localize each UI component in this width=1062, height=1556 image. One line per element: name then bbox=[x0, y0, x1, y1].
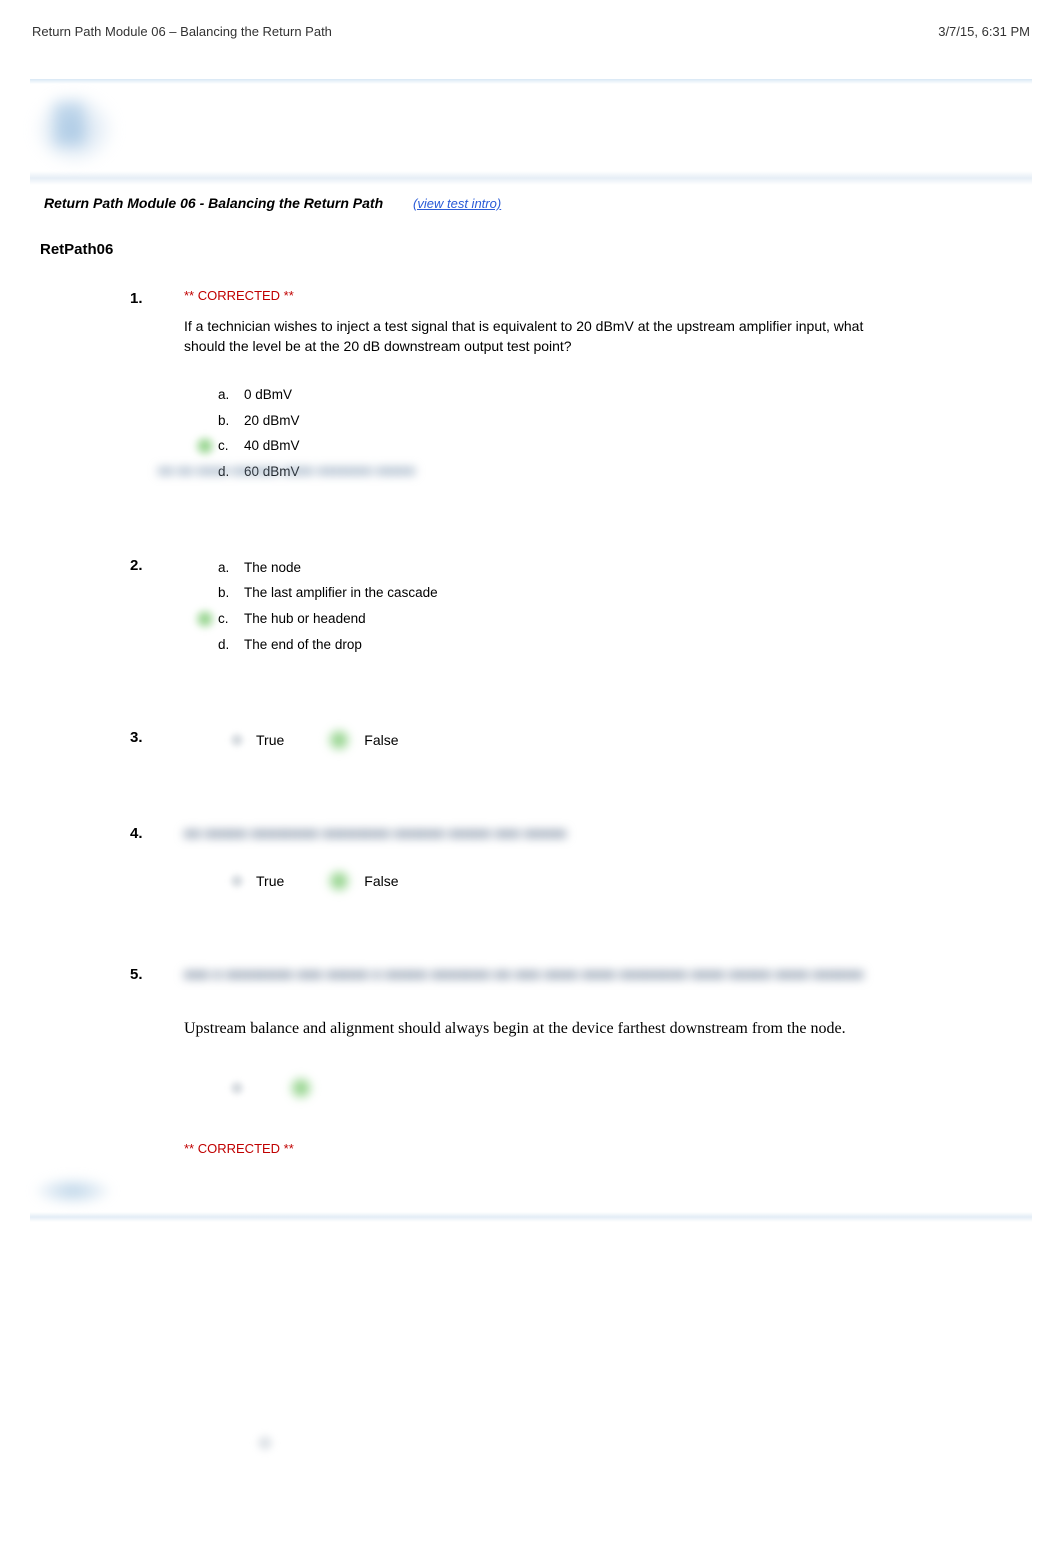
question-prompt: If a technician wishes to inject a test … bbox=[184, 317, 884, 356]
tf-option-false[interactable] bbox=[286, 1075, 316, 1101]
section-label: RetPath06 bbox=[30, 217, 1032, 258]
radio-icon bbox=[228, 872, 246, 890]
choice-d: d. The end of the drop bbox=[218, 632, 992, 658]
true-false-row-blurred bbox=[228, 1075, 992, 1101]
choice-letter: c. bbox=[218, 433, 244, 459]
view-test-intro-link[interactable]: (view test intro) bbox=[413, 196, 501, 211]
choice-text: The last amplifier in the cascade bbox=[244, 580, 438, 606]
choice-text: The hub or headend bbox=[244, 606, 366, 632]
banner-divider bbox=[30, 171, 1032, 185]
true-false-row: True False bbox=[228, 868, 992, 894]
radio-selected-icon bbox=[286, 1075, 316, 1101]
question-prompt: Upstream balance and alignment should al… bbox=[184, 1017, 884, 1040]
choice-text: 0 dBmV bbox=[244, 382, 292, 408]
choice-d: ■■ ■■ ■■■■ ■■■■■■ ■■■■ ■■■■■■■ ■■■■■ d. … bbox=[218, 459, 992, 485]
choice-text: The end of the drop bbox=[244, 632, 362, 658]
content-frame: Return Path Module 06 - Balancing the Re… bbox=[30, 79, 1032, 1454]
header-right: 3/7/15, 6:31 PM bbox=[938, 24, 1030, 39]
choice-list: a. The node b. The last amplifier in the… bbox=[218, 555, 992, 658]
tf-option-false[interactable]: False bbox=[324, 727, 398, 753]
question-number: 2. bbox=[130, 557, 143, 574]
blurred-prompt-top-2 bbox=[184, 989, 384, 1003]
true-false-row: True False bbox=[228, 727, 992, 753]
correct-marker-icon bbox=[192, 435, 218, 457]
choice-letter: c. bbox=[218, 606, 244, 632]
question-3: 3. True False bbox=[130, 727, 992, 753]
question-4: 4. ■■ ■■■■■ ■■■■■■■■ ■■■■■■■■ ■■■■■■ ■■■… bbox=[130, 823, 992, 894]
ghost-radio-icon bbox=[254, 1432, 276, 1454]
choice-list: a. 0 dBmV b. 20 dBmV c. 40 dBmV ■■ ■■ ■■… bbox=[218, 382, 992, 485]
bottom-divider bbox=[30, 1212, 1032, 1222]
tf-label-true: True bbox=[256, 732, 284, 748]
choice-letter: d. bbox=[218, 632, 244, 658]
title-row: Return Path Module 06 - Balancing the Re… bbox=[30, 185, 1032, 217]
blurred-prompt: ■■ ■■■■■ ■■■■■■■■ ■■■■■■■■ ■■■■■■ ■■■■■ … bbox=[184, 823, 824, 844]
choice-letter: b. bbox=[218, 580, 244, 606]
page-header: Return Path Module 06 – Balancing the Re… bbox=[0, 0, 1062, 49]
question-number: 5. bbox=[130, 966, 143, 983]
choice-c: c. 40 dBmV bbox=[218, 433, 992, 459]
corrected-flag: ** CORRECTED ** bbox=[184, 1141, 992, 1156]
footer-logo-blurred bbox=[32, 1176, 114, 1206]
module-title: Return Path Module 06 - Balancing the Re… bbox=[44, 195, 383, 211]
question-5: 5. ■■■ ■ ■■■■■■■■ ■■■ ■■■■■ ■ ■■■■■ ■■■■… bbox=[130, 964, 992, 1155]
choice-b: b. 20 dBmV bbox=[218, 408, 992, 434]
tf-option-false[interactable]: False bbox=[324, 868, 398, 894]
choice-letter: b. bbox=[218, 408, 244, 434]
tf-option-true[interactable]: True bbox=[228, 872, 284, 890]
tf-label-false: False bbox=[364, 732, 398, 748]
question-number: 1. bbox=[130, 290, 143, 307]
question-1: 1. ** CORRECTED ** If a technician wishe… bbox=[130, 288, 992, 485]
blurred-prompt-top: ■■■ ■ ■■■■■■■■ ■■■ ■■■■■ ■ ■■■■■ ■■■■■■■… bbox=[184, 964, 884, 985]
choice-text: The node bbox=[244, 555, 301, 581]
tf-option-true[interactable]: True bbox=[228, 731, 284, 749]
tf-option-true[interactable] bbox=[228, 1079, 246, 1097]
radio-selected-icon bbox=[324, 727, 354, 753]
radio-selected-icon bbox=[324, 868, 354, 894]
logo-area bbox=[30, 84, 1032, 167]
logo-blurred bbox=[32, 92, 117, 167]
choice-b: b. The last amplifier in the cascade bbox=[218, 580, 992, 606]
tf-label-true: True bbox=[256, 873, 284, 889]
choice-letter: a. bbox=[218, 555, 244, 581]
question-number: 4. bbox=[130, 825, 143, 842]
choice-a: a. 0 dBmV bbox=[218, 382, 992, 408]
tf-label-false: False bbox=[364, 873, 398, 889]
choice-c: c. The hub or headend bbox=[218, 606, 992, 632]
question-number: 3. bbox=[130, 729, 143, 746]
question-2: 2. a. The node b. The last amplifier in … bbox=[130, 555, 992, 658]
questions-list: 1. ** CORRECTED ** If a technician wishe… bbox=[30, 258, 1032, 1156]
choice-text: 20 dBmV bbox=[244, 408, 300, 434]
radio-icon bbox=[228, 1079, 246, 1097]
choice-a: a. The node bbox=[218, 555, 992, 581]
choice-text: 40 dBmV bbox=[244, 433, 300, 459]
radio-icon bbox=[228, 731, 246, 749]
choice-letter: a. bbox=[218, 382, 244, 408]
correct-marker-icon bbox=[192, 608, 218, 630]
blurred-overlay: ■■ ■■ ■■■■ ■■■■■■ ■■■■ ■■■■■■■ ■■■■■ bbox=[158, 459, 518, 481]
corrected-flag: ** CORRECTED ** bbox=[184, 288, 992, 303]
header-left: Return Path Module 06 – Balancing the Re… bbox=[32, 24, 332, 39]
